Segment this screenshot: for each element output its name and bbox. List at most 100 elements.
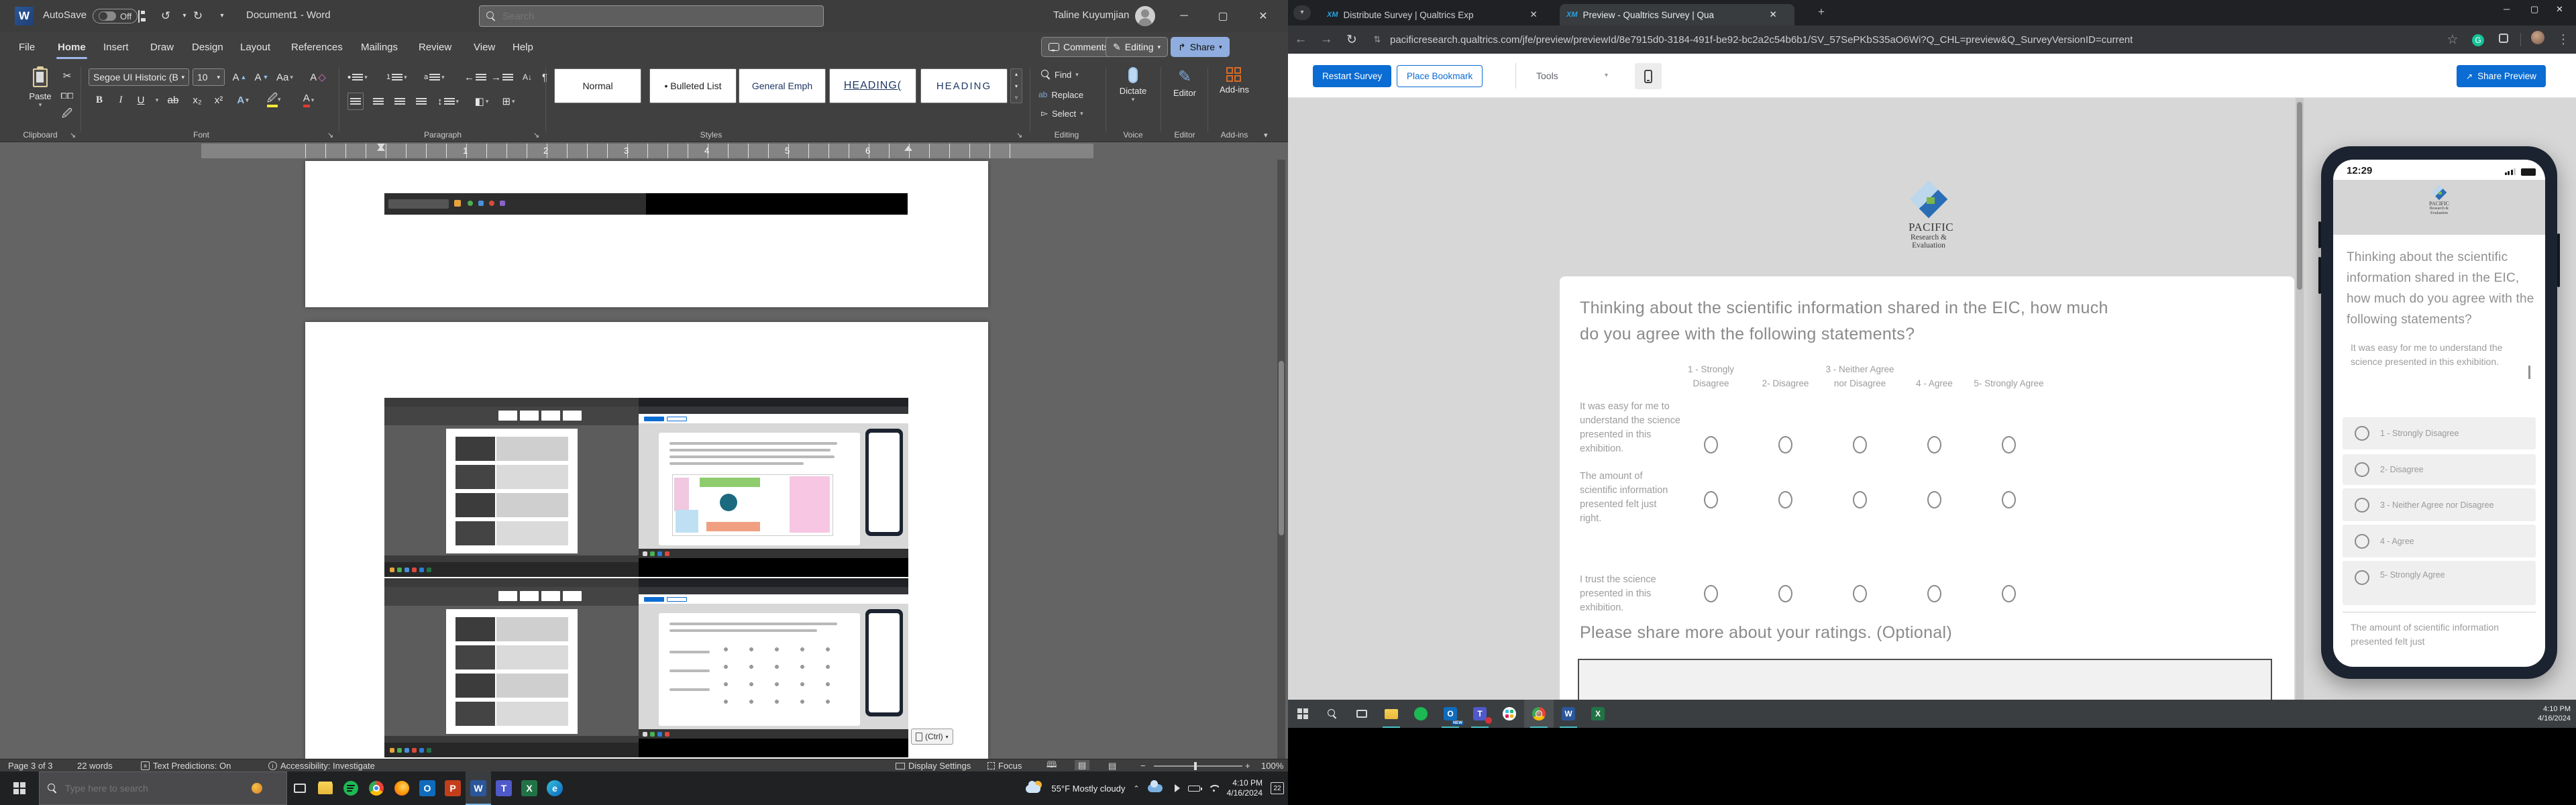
browser-tab-preview[interactable]: XM Preview - Qualtrics Survey | Qua ✕ <box>1560 4 1794 25</box>
status-text-predictions[interactable]: a Text Predictions: On <box>141 760 231 771</box>
highlight-color-icon[interactable]: 🖉▾ <box>267 91 283 109</box>
radio-row1-col4[interactable] <box>1927 436 1941 453</box>
back-icon[interactable]: ← <box>1288 32 1313 47</box>
place-bookmark-button[interactable]: Place Bookmark <box>1397 65 1483 87</box>
status-words[interactable]: 22 words <box>77 760 113 771</box>
strikethrough-icon[interactable]: ab <box>165 91 181 109</box>
site-info-icon[interactable]: ⇅ <box>1364 34 1390 45</box>
tab-search-chevron-icon[interactable]: ▾ <box>1293 5 1311 20</box>
horizontal-ruler[interactable]: 1 2 3 4 5 6 <box>201 144 1093 158</box>
phone-option-3[interactable]: 3 - Neither Agree nor Disagree <box>2343 488 2536 521</box>
chrome-menu-icon[interactable]: ⋮ <box>2551 32 2576 48</box>
start-button[interactable] <box>0 771 39 805</box>
tab-file[interactable]: File <box>16 32 38 62</box>
tab-draw[interactable]: Draw <box>148 32 176 62</box>
autosave-toggle[interactable]: Off <box>93 9 138 23</box>
radio-row3-col1[interactable] <box>1704 585 1718 602</box>
word-icon-2[interactable]: W <box>1554 700 1583 728</box>
profile-avatar[interactable] <box>2525 31 2551 48</box>
user-avatar[interactable] <box>1135 6 1155 26</box>
replace-button[interactable]: abReplace <box>1038 86 1083 103</box>
read-mode-icon[interactable]: 🕮 <box>1046 760 1057 771</box>
editing-mode-button[interactable]: ✎ Editing▾ <box>1106 37 1168 57</box>
editor-button[interactable]: ✎ Editor <box>1166 67 1203 98</box>
wifi-icon[interactable] <box>1208 785 1219 792</box>
restart-survey-button[interactable]: Restart Survey <box>1313 65 1391 87</box>
battery-icon[interactable] <box>1188 786 1200 792</box>
hanging-indent-marker[interactable] <box>377 146 385 151</box>
onedrive-icon[interactable] <box>1148 784 1163 792</box>
underline-dropdown-icon[interactable]: ▾ <box>149 91 165 109</box>
shading-icon[interactable]: ◧▾ <box>474 93 490 110</box>
grow-font-icon[interactable]: A▲ <box>231 68 248 86</box>
font-name-select[interactable]: Segoe UI Historic (B▾ <box>89 68 189 86</box>
radio-row3-col5[interactable] <box>2002 585 2016 602</box>
numbering-icon[interactable]: 1▾ <box>386 68 407 86</box>
document-page-2[interactable] <box>305 161 988 307</box>
slack-icon-2[interactable] <box>1495 700 1524 728</box>
radio-row2-col3[interactable] <box>1853 491 1867 508</box>
document-page-3[interactable] <box>305 322 988 759</box>
comments-button[interactable]: Comments <box>1041 37 1116 57</box>
format-painter-icon[interactable]: 🖉 <box>59 106 75 123</box>
file-explorer-icon[interactable] <box>313 771 338 805</box>
zoom-in-icon[interactable]: + <box>1245 760 1250 771</box>
chrome-close-icon[interactable]: ✕ <box>2556 4 2563 15</box>
radio-row3-col3[interactable] <box>1853 585 1867 602</box>
subscript-icon[interactable]: x₂ <box>189 91 205 109</box>
select-button[interactable]: ▻Select▾ <box>1041 105 1083 122</box>
browser-tab-distribute[interactable]: XM Distribute Survey | Qualtrics Exp ✕ <box>1320 4 1555 25</box>
align-center-icon[interactable] <box>370 93 386 110</box>
superscript-icon[interactable]: x² <box>211 91 227 109</box>
tab-close-icon[interactable]: ✕ <box>1770 9 1777 20</box>
radio-row3-col2[interactable] <box>1778 585 1792 602</box>
align-justify-icon[interactable] <box>413 93 429 110</box>
task-view-icon[interactable] <box>287 771 313 805</box>
paste-options-button[interactable]: (Ctrl)▾ <box>911 729 953 745</box>
zoom-level[interactable]: 100% <box>1261 760 1283 771</box>
new-tab-icon[interactable]: + <box>1818 5 1825 19</box>
text-effects-icon[interactable]: A▾ <box>235 91 251 109</box>
pilcrow-icon[interactable]: ¶ <box>537 68 553 86</box>
phone-option-1[interactable]: 1 - Strongly Disagree <box>2343 417 2536 449</box>
phone-option-4[interactable]: 4 - Agree <box>2343 525 2536 557</box>
paste-button[interactable]: Paste ▾ <box>20 68 60 109</box>
powerpoint-icon[interactable]: P <box>440 771 466 805</box>
share-button[interactable]: ↱ Share▾ <box>1171 37 1230 57</box>
line-spacing-icon[interactable]: ↕▾ <box>437 93 459 110</box>
change-case-icon[interactable]: Aa▾ <box>276 68 293 86</box>
radio-row2-col4[interactable] <box>1927 491 1941 508</box>
style-heading2[interactable]: HEADING <box>920 68 1008 103</box>
clear-formatting-icon[interactable]: A◇ <box>310 68 326 86</box>
radio-row2-col2[interactable] <box>1778 491 1792 508</box>
start-button-2[interactable] <box>1288 700 1318 728</box>
shrink-font-icon[interactable]: A▼ <box>254 68 270 86</box>
tab-help[interactable]: Help <box>510 32 536 62</box>
borders-icon[interactable]: ⊞▾ <box>500 93 517 110</box>
addins-button[interactable]: Add-ins <box>1213 67 1256 95</box>
chrome-minimize-icon[interactable]: ─ <box>2504 4 2510 14</box>
file-explorer-icon-2[interactable] <box>1377 700 1406 728</box>
sort-icon[interactable]: A↓ <box>519 68 535 86</box>
excel-icon-2[interactable]: X <box>1583 700 1613 728</box>
document-scrollbar[interactable] <box>1277 160 1285 759</box>
web-layout-icon[interactable]: ▤ <box>1108 760 1116 771</box>
phone-option-2[interactable]: 2- Disagree <box>2343 454 2536 485</box>
taskbar-search-box[interactable] <box>39 771 287 805</box>
address-bar[interactable]: pacificresearch.qualtrics.com/jfe/previe… <box>1390 34 2133 46</box>
tab-references[interactable]: References <box>288 32 345 62</box>
zoom-out-icon[interactable]: − <box>1140 760 1146 771</box>
tools-dropdown[interactable]: Tools <box>1536 70 1558 81</box>
save-icon[interactable] <box>138 11 140 23</box>
tab-design[interactable]: Design <box>189 32 226 62</box>
minimize-button[interactable]: ─ <box>1169 0 1199 32</box>
redo-icon[interactable]: ↻ <box>189 8 207 24</box>
style-general-emph[interactable]: General Emph <box>739 68 826 103</box>
font-size-select[interactable]: 10▾ <box>193 68 225 86</box>
clipboard-dialog-launcher-icon[interactable]: ↘ <box>70 131 76 140</box>
outlook-icon[interactable]: O <box>415 771 440 805</box>
undo-icon[interactable]: ↺ <box>157 8 174 24</box>
share-preview-button[interactable]: ↗ Share Preview <box>2457 65 2546 87</box>
radio-row1-col2[interactable] <box>1778 436 1792 453</box>
radio-row2-col5[interactable] <box>2002 491 2016 508</box>
